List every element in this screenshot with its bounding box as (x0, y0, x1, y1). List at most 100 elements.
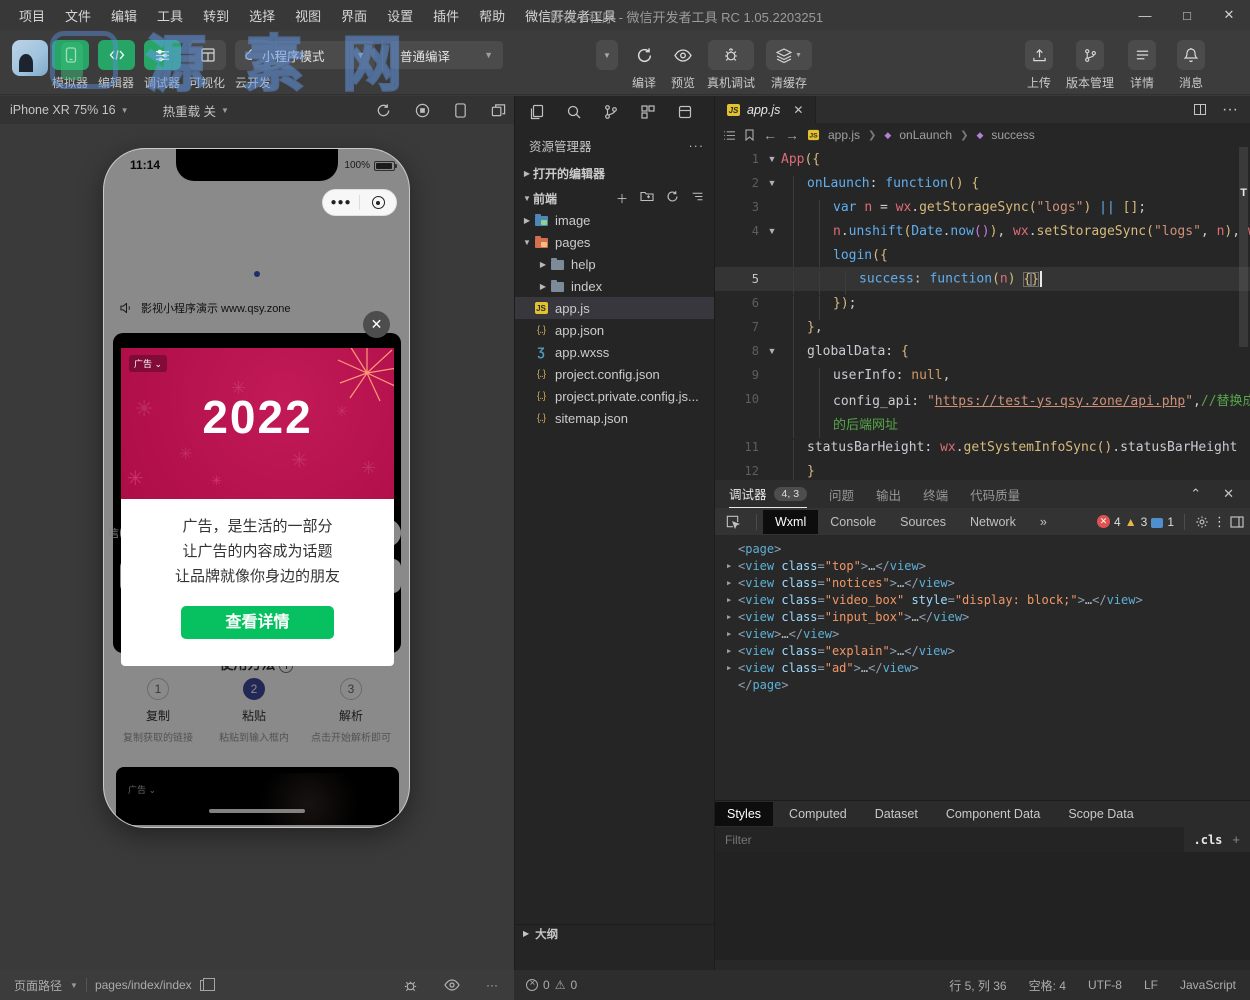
menu-item-工具[interactable]: 工具 (148, 3, 192, 28)
editor-scrollbar[interactable]: T (1236, 147, 1250, 480)
indentation[interactable]: 空格: 4 (1029, 977, 1066, 994)
wxml-node[interactable]: < page > (727, 541, 1250, 558)
language-mode[interactable]: JavaScript (1180, 978, 1236, 992)
debugger-tab-问题[interactable]: 问题 (829, 480, 854, 508)
toolbar-action-真机调试[interactable] (708, 40, 754, 70)
wxml-node[interactable]: </page > (727, 677, 1250, 694)
debugger-tab-调试器[interactable]: 调试器 4, 3 (729, 480, 808, 508)
toolbar-action-上传[interactable] (1025, 40, 1053, 70)
toolbar-action-详情[interactable] (1128, 40, 1156, 70)
warning-count-icon[interactable]: ▲ (1125, 515, 1137, 529)
code-line-wrap[interactable]: 的后端网址 (715, 411, 1250, 438)
nav-back-icon[interactable]: ← (763, 127, 777, 143)
tree-item-project.private.config.js...[interactable]: {..} project.private.config.js... (515, 385, 714, 407)
menu-item-转到[interactable]: 转到 (194, 3, 238, 28)
more-tabs-icon[interactable]: » (1028, 510, 1059, 534)
vconsole-bug-icon[interactable] (403, 978, 418, 993)
wxml-node[interactable]: ▶ < view class = "top" >… </view > (727, 558, 1250, 575)
tree-item-pages[interactable]: ▼ pages (515, 231, 714, 253)
code-line-11[interactable]: 11 statusBarHeight: wx.getSystemInfoSync(… (715, 435, 1250, 464)
wxml-node[interactable]: ▶ < view class = "video_box" style = "display:… (727, 592, 1250, 609)
device-frame-icon[interactable] (454, 102, 467, 118)
open-editors-section[interactable]: ▶ 打开的编辑器 (515, 163, 714, 184)
capsule-menu[interactable]: ●●● (322, 189, 397, 216)
tree-item-sitemap.json[interactable]: {..} sitemap.json (515, 407, 714, 429)
code-line-wrap[interactable]: login({ (715, 243, 1250, 272)
menu-item-插件[interactable]: 插件 (424, 3, 468, 28)
nav-forward-icon[interactable]: → (785, 127, 799, 143)
project-root-section[interactable]: ▼ 前端 ＋ (515, 188, 714, 209)
code-line-4[interactable]: 4 ▼ n.unshift(Date.now()), wx.setStorageSy… (715, 219, 1250, 248)
user-avatar[interactable] (12, 40, 48, 76)
code-line-2[interactable]: 2 ▼ onLaunch: function() { (715, 171, 1250, 200)
toolbar-button-可视化[interactable] (189, 40, 226, 70)
minimize-button[interactable]: — (1124, 0, 1166, 30)
styles-tab-Styles[interactable]: Styles (715, 802, 774, 826)
tree-item-image[interactable]: ▶ image (515, 209, 714, 231)
new-file-icon[interactable]: ＋ (616, 190, 628, 207)
debugger-tab-代码质量[interactable]: 代码质量 (970, 480, 1020, 508)
statusbar-problems-segment[interactable]: 0 ⚠ 0 (514, 970, 715, 1000)
outline-list-icon[interactable] (723, 130, 736, 141)
exit-target-icon[interactable] (360, 196, 396, 209)
multi-window-icon[interactable] (491, 103, 506, 118)
encoding[interactable]: UTF-8 (1088, 978, 1122, 992)
tab-close-icon[interactable]: ✕ (793, 103, 803, 117)
git-branch-icon[interactable] (603, 104, 619, 120)
code-line-8[interactable]: 8 ▼ globalData: { (715, 339, 1250, 368)
code-line-9[interactable]: 9 userInfo: null, (715, 363, 1250, 392)
code-area[interactable]: 1 ▼ App({2 ▼ onLaunch: function() {3 var n = … (715, 147, 1250, 488)
restart-icon[interactable] (376, 103, 391, 118)
outline-section[interactable]: ▶ 大纲 (515, 924, 714, 942)
toolbar-button-调试器[interactable] (144, 40, 181, 70)
menu-item-文件[interactable]: 文件 (56, 3, 100, 28)
menu-item-编辑[interactable]: 编辑 (102, 3, 146, 28)
devtools-tab-Network[interactable]: Network (958, 510, 1028, 534)
more-actions-icon[interactable]: ··· (689, 139, 705, 153)
split-editor-icon[interactable] (1194, 104, 1207, 115)
devtools-settings-icon[interactable] (1195, 515, 1209, 529)
toolbar-button-编辑器[interactable] (98, 40, 135, 70)
styles-tab-Component-Data[interactable]: Component Data (934, 802, 1053, 826)
code-line-6[interactable]: 6}); (715, 291, 1250, 320)
menu-item-视图[interactable]: 视图 (286, 3, 330, 28)
page-path-value[interactable]: pages/index/index (95, 978, 192, 992)
styles-tab-Dataset[interactable]: Dataset (863, 802, 930, 826)
ad-tag-chip[interactable]: 广告 ⌄ (129, 355, 168, 372)
devtools-tab-Wxml[interactable]: Wxml (763, 509, 819, 534)
wxml-node[interactable]: ▶ < view class = "explain" >… </view > (727, 643, 1250, 660)
dock-side-icon[interactable] (1230, 515, 1244, 528)
code-line-1[interactable]: 1 ▼ App({ (715, 147, 1250, 171)
menu-item-项目[interactable]: 项目 (10, 3, 54, 28)
devtools-tab-Sources[interactable]: Sources (888, 510, 958, 534)
styles-filter-input[interactable] (715, 827, 1184, 852)
code-line-3[interactable]: 3 var n = wx.getStorageSync("logs") || []… (715, 195, 1250, 224)
tree-item-app.js[interactable]: JS app.js (515, 297, 714, 319)
inspect-element-icon[interactable] (715, 514, 750, 529)
info-count-icon[interactable] (1151, 517, 1164, 528)
tree-item-project.config.json[interactable]: {..} project.config.json (515, 363, 714, 385)
toolbar-action-预览[interactable] (666, 40, 700, 70)
wxml-node[interactable]: ▶ < view class = "notices" >… </view > (727, 575, 1250, 592)
maximize-button[interactable]: □ (1166, 0, 1208, 30)
menu-item-设置[interactable]: 设置 (378, 3, 422, 28)
toolbar-action-清缓存[interactable]: ▼ (766, 40, 812, 70)
code-line-10[interactable]: 10 config_api: "https://test-ys.qsy.zone/… (715, 387, 1250, 414)
styles-tab-Scope-Data[interactable]: Scope Data (1056, 802, 1145, 826)
collapse-all-icon[interactable] (691, 190, 704, 207)
breadcrumb-symbol[interactable]: success (991, 128, 1034, 142)
new-folder-icon[interactable] (640, 190, 654, 207)
editor-more-icon[interactable]: ··· (1222, 101, 1238, 119)
toolbar-button-模拟器[interactable] (52, 40, 89, 70)
cls-toggle[interactable]: .cls (1184, 833, 1233, 847)
devtools-more-icon[interactable]: ⋮ (1213, 514, 1226, 530)
compile-mode-dropdown[interactable]: 普通编译 ▼ (390, 41, 503, 69)
wxml-node[interactable]: ▶ < view >… </view > (727, 626, 1250, 643)
more-options-icon[interactable]: ··· (486, 978, 498, 992)
bookmark-icon[interactable] (744, 129, 755, 141)
record-stop-icon[interactable] (415, 103, 430, 118)
more-menu-icon[interactable]: ●●● (323, 197, 359, 208)
close-button[interactable]: ✕ (1208, 0, 1250, 30)
menu-item-选择[interactable]: 选择 (240, 3, 284, 28)
wxml-node[interactable]: ▶ < view class = "input_box" >… </view > (727, 609, 1250, 626)
